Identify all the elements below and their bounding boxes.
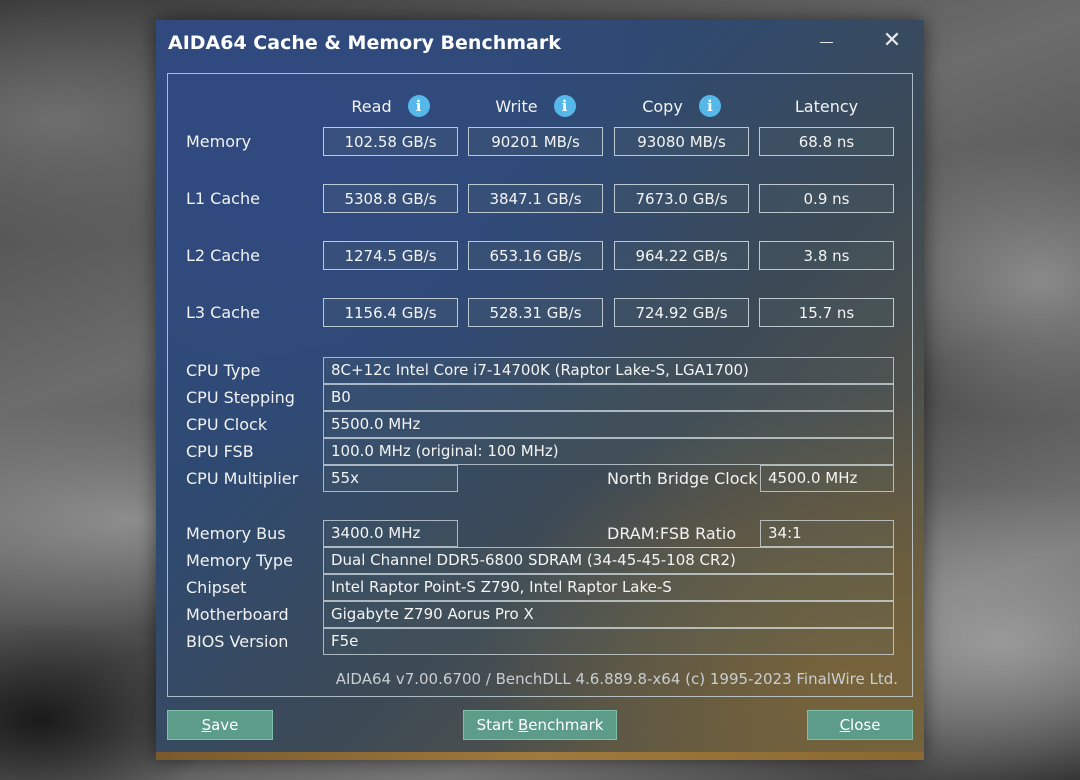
dram-fsb-ratio-label: DRAM:FSB Ratio [607, 524, 737, 543]
row-label-l1-cache: L1 Cache [186, 189, 260, 208]
l2-latency-value: 3.8 ns [759, 241, 894, 270]
memory-type-label: Memory Type [186, 551, 293, 570]
memory-bus-label: Memory Bus [186, 524, 286, 543]
dram-fsb-ratio-value: 34:1 [760, 520, 894, 547]
memory-copy-value: 93080 MB/s [614, 127, 749, 156]
start-benchmark-button[interactable]: Start Benchmark [463, 710, 617, 740]
memory-write-value: 90201 MB/s [468, 127, 603, 156]
column-header-write: Write i [468, 94, 603, 118]
l1-write-value: 3847.1 GB/s [468, 184, 603, 213]
cpu-type-label: CPU Type [186, 361, 261, 380]
memory-read-value: 102.58 GB/s [323, 127, 458, 156]
start-accel-key: B [517, 716, 529, 734]
l2-copy-value: 964.22 GB/s [614, 241, 749, 270]
l3-latency-value: 15.7 ns [759, 298, 894, 327]
motherboard-value: Gigabyte Z790 Aorus Pro X [323, 601, 894, 628]
row-label-l3-cache: L3 Cache [186, 303, 260, 322]
copy-header-label: Copy [642, 96, 683, 116]
cpu-fsb-value: 100.0 MHz (original: 100 MHz) [323, 438, 894, 465]
l3-copy-value: 724.92 GB/s [614, 298, 749, 327]
save-button[interactable]: Save [167, 710, 273, 740]
memory-bus-value: 3400.0 MHz [323, 520, 458, 547]
row-label-l2-cache: L2 Cache [186, 246, 260, 265]
l1-read-value: 5308.8 GB/s [323, 184, 458, 213]
save-label: ave [211, 716, 239, 734]
cpu-multiplier-label: CPU Multiplier [186, 469, 299, 488]
read-header-label: Read [351, 96, 392, 116]
north-bridge-clock-value: 4500.0 MHz [760, 465, 894, 492]
info-icon[interactable]: i [407, 95, 430, 117]
info-icon[interactable]: i [553, 95, 576, 117]
cpu-clock-label: CPU Clock [186, 415, 268, 434]
write-header-label: Write [495, 96, 538, 116]
close-button[interactable]: Close [807, 710, 913, 740]
close-window-button[interactable]: ✕ [872, 26, 912, 54]
row-label-memory: Memory [186, 132, 252, 151]
l3-write-value: 528.31 GB/s [468, 298, 603, 327]
column-header-latency: Latency [759, 94, 894, 118]
l1-latency-value: 0.9 ns [759, 184, 894, 213]
l2-write-value: 653.16 GB/s [468, 241, 603, 270]
motherboard-label: Motherboard [186, 605, 289, 624]
l3-read-value: 1156.4 GB/s [323, 298, 458, 327]
memory-latency-value: 68.8 ns [759, 127, 894, 156]
start-label: Start [476, 716, 518, 734]
bios-version-label: BIOS Version [186, 632, 289, 651]
benchmark-window: AIDA64 Cache & Memory Benchmark ✕ Read i… [156, 20, 924, 760]
cpu-stepping-value: B0 [323, 384, 894, 411]
cpu-stepping-label: CPU Stepping [186, 388, 295, 407]
l2-read-value: 1274.5 GB/s [323, 241, 458, 270]
bios-version-value: F5e [323, 628, 894, 655]
chipset-value: Intel Raptor Point-S Z790, Intel Raptor … [323, 574, 894, 601]
north-bridge-clock-label: North Bridge Clock [607, 469, 758, 488]
column-header-read: Read i [323, 94, 458, 118]
start-label-rest: enchmark [528, 716, 604, 734]
results-panel: Read i Write i Copy i Latency Memory 102… [167, 73, 913, 697]
close-accel-key: C [839, 716, 851, 734]
cpu-type-value: 8C+12c Intel Core i7-14700K (Raptor Lake… [323, 357, 894, 384]
cpu-fsb-label: CPU FSB [186, 442, 254, 461]
cpu-clock-value: 5500.0 MHz [323, 411, 894, 438]
window-bottom-strip [156, 752, 924, 760]
column-header-copy: Copy i [614, 94, 749, 118]
cpu-multiplier-value: 55x [323, 465, 458, 492]
save-accel-key: S [201, 716, 212, 734]
info-icon[interactable]: i [698, 95, 721, 117]
l1-copy-value: 7673.0 GB/s [614, 184, 749, 213]
minimize-button[interactable] [806, 26, 846, 54]
latency-header-label: Latency [794, 96, 859, 116]
close-icon: ✕ [882, 27, 902, 53]
version-footer: AIDA64 v7.00.6700 / BenchDLL 4.6.889.8-x… [335, 670, 898, 688]
close-label: lose [850, 716, 881, 734]
chipset-label: Chipset [186, 578, 247, 597]
window-title: AIDA64 Cache & Memory Benchmark [168, 32, 561, 54]
memory-type-value: Dual Channel DDR5-6800 SDRAM (34-45-45-1… [323, 547, 894, 574]
minimize-icon [819, 41, 833, 43]
